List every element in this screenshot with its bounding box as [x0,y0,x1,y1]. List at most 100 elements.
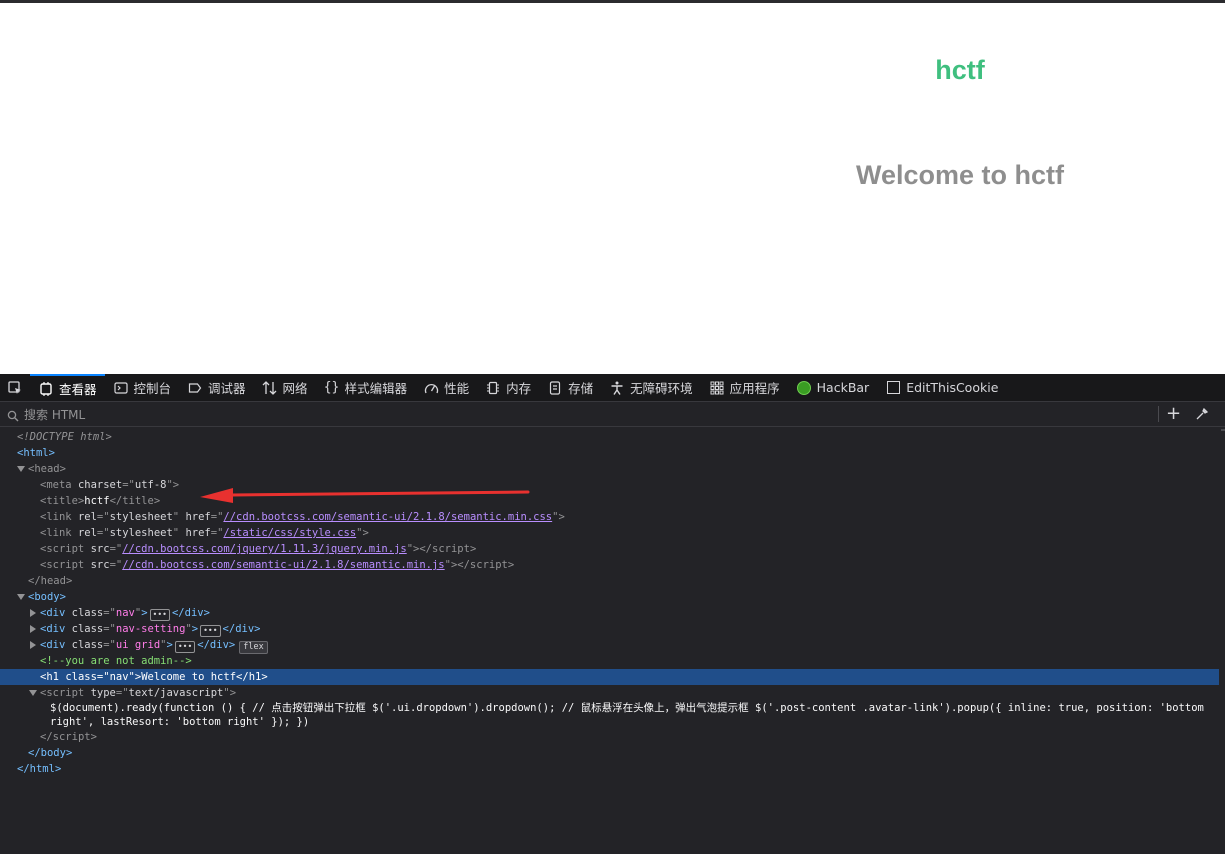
html-search-input[interactable] [22,405,1146,425]
tab-debugger[interactable]: 调试器 [179,374,254,402]
tab-label: 存储 [568,381,594,396]
attr-value: nav-setting [115,623,186,635]
tab-editthiscookie[interactable]: EditThisCookie [877,374,1006,402]
attr-link[interactable]: /static/css/style.css [223,527,356,539]
storage-icon [547,380,563,396]
search-icon [7,407,19,426]
eyedropper-icon[interactable] [1195,406,1209,425]
tab-application[interactable]: 应用程序 [701,374,788,402]
tab-hackbar[interactable]: HackBar [788,374,878,402]
tab-label: 应用程序 [729,381,780,396]
collapsed-twisty-icon[interactable] [28,605,38,621]
attr-name: class [65,671,97,683]
console-icon [113,380,129,396]
tag-name: div [46,623,66,635]
tab-console[interactable]: 控制台 [105,374,180,402]
tree-node-script-text[interactable]: $(document).ready(function () { // 点击按钮弹… [0,701,1219,729]
tree-node-title[interactable]: <title>hctf</title> [0,493,1219,509]
tree-node-script-semantic[interactable]: <script src="//cdn.bootcss.com/semantic-… [0,557,1219,573]
tag-name: script [469,559,508,571]
element-picker-icon[interactable] [0,374,30,402]
hackbar-icon [796,380,812,396]
collapsed-twisty-icon[interactable] [28,637,38,653]
tree-node-meta[interactable]: <meta charset="utf-8"> [0,477,1219,493]
tag-name: div [209,639,229,651]
collapsed-ellipsis[interactable]: ••• [200,625,221,637]
tree-node-comment[interactable]: <!--you are not admin--> [0,653,1219,669]
tag-name: div [46,639,66,651]
attr-value: text/javascript [128,687,224,699]
comment-text: <!--you are not admin--> [40,655,192,667]
attr-link[interactable]: //cdn.bootcss.com/semantic-ui/2.1.8/sema… [122,559,444,571]
tab-label: 性能 [444,381,470,396]
tree-node-script-inline[interactable]: <script type="text/javascript"> [0,685,1219,701]
toolbar-separator [1158,406,1159,422]
site-brand[interactable]: hctf [860,55,1060,86]
tab-inspector[interactable]: 查看器 [30,373,105,402]
attr-link[interactable]: //cdn.bootcss.com/jquery/1.11.3/jquery.m… [122,543,406,555]
tag-name: div [46,607,66,619]
tag-name: script [52,731,91,743]
add-node-icon[interactable]: + [1166,405,1181,423]
h1-text: Welcome to hctf [141,671,237,683]
tab-label: 样式编辑器 [344,381,408,396]
tab-storage[interactable]: 存储 [539,374,601,402]
tree-node-head[interactable]: <head> [0,461,1219,477]
tree-node-body-close[interactable]: </body> [0,745,1219,761]
tab-label: 调试器 [208,381,246,396]
attr-name: rel [77,527,97,539]
tree-node-link-semantic[interactable]: <link rel="stylesheet" href="//cdn.bootc… [0,509,1219,525]
tag-name: script [46,687,85,699]
expanded-twisty-icon[interactable] [16,461,26,477]
doctype-text: <!DOCTYPE html> [17,431,112,443]
debugger-icon [187,380,203,396]
tree-node-html-close[interactable]: </html> [0,761,1219,777]
tag-name: script [432,543,470,555]
page-viewport: hctf Welcome to hctf [0,0,1225,374]
attr-value: ui grid [115,639,161,651]
attr-value: nav [109,671,129,683]
application-icon [709,380,725,396]
tab-accessibility[interactable]: 无障碍环境 [601,374,701,402]
tag-name: body [40,747,66,759]
attr-value: nav [115,607,135,619]
tree-node-link-style[interactable]: <link rel="stylesheet" href="/static/css… [0,525,1219,541]
collapsed-ellipsis[interactable]: ••• [174,641,196,653]
tree-node-body[interactable]: <body> [0,589,1219,605]
tree-node-head-close[interactable]: </head> [0,573,1219,589]
tree-node-h1-selected[interactable]: <h1 class="nav">Welcome to hctf</h1> [0,669,1219,685]
attr-link[interactable]: //cdn.bootcss.com/semantic-ui/2.1.8/sema… [223,511,552,523]
tab-label: EditThisCookie [906,380,999,395]
tree-node-doctype[interactable]: <!DOCTYPE html> [0,429,1219,445]
tag-name: script [46,559,85,571]
tab-label: HackBar [816,380,870,395]
tag-name: meta [46,479,72,491]
tab-network[interactable]: 网络 [254,374,316,402]
tab-performance[interactable]: 性能 [415,374,477,402]
markup-scrollbar[interactable] [1219,429,1225,854]
network-icon [262,380,278,396]
tree-node-div-nav-setting[interactable]: <div class="nav-setting"> ••• </div> [0,621,1219,637]
markup-tree: <!DOCTYPE html> <html> <head> <meta char… [0,429,1219,777]
attr-name: rel [77,511,97,523]
expanded-twisty-icon[interactable] [16,589,26,605]
collapsed-ellipsis[interactable]: ••• [149,609,170,621]
tree-node-div-nav[interactable]: <div class="nav"> ••• </div> [0,605,1219,621]
attr-value: stylesheet [109,511,173,523]
tree-node-div-ui-grid[interactable]: <div class="ui grid"> ••• </div> flex [0,637,1219,654]
tag-name: h1 [248,671,262,683]
tab-style-editor[interactable]: {} 样式编辑器 [316,374,416,402]
performance-icon [423,380,439,396]
tag-name: body [34,591,60,603]
collapsed-twisty-icon[interactable] [28,621,38,637]
html-search-bar: + [0,402,1225,427]
tree-node-script-close[interactable]: </script> [0,729,1219,745]
attr-name: charset [77,479,123,491]
tag-name: head [40,575,66,587]
tree-node-script-jquery[interactable]: <script src="//cdn.bootcss.com/jquery/1.… [0,541,1219,557]
tree-node-html[interactable]: <html> [0,445,1219,461]
tag-name: html [29,763,55,775]
style-editor-icon: {} [323,380,340,395]
expanded-twisty-icon[interactable] [28,685,38,701]
tab-memory[interactable]: 内存 [477,374,539,402]
